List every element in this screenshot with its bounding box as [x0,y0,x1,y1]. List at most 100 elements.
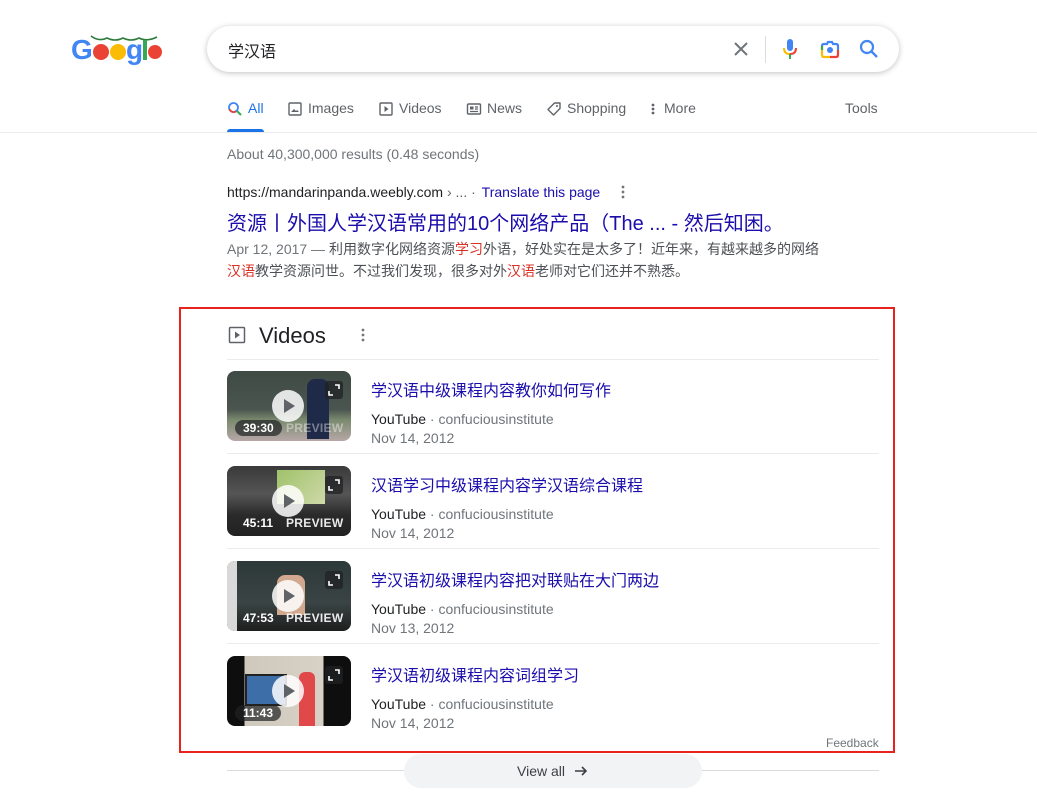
expand-icon[interactable] [325,666,343,684]
expand-icon[interactable] [325,476,343,494]
more-vert-icon[interactable] [619,184,627,205]
view-all-button[interactable]: View all [404,754,702,788]
preview-label: PREVIEW [286,421,344,435]
video-meta: YouTube · confuciousinstitute [371,411,554,427]
snippet-highlight: 汉语 [507,263,535,279]
result-breadcrumb: https://mandarinpanda.weebly.com › ... ·… [227,184,600,200]
video-thumbnail[interactable]: 39:30 PREVIEW [227,371,351,441]
divider [227,643,879,644]
video-item[interactable]: 47:53 PREVIEW 学汉语初级课程内容把对联贴在大门两边 YouTube… [227,561,879,641]
dot-separator: · [467,184,480,200]
play-button-icon[interactable] [272,390,304,422]
snippet-text: 老师对它们还并不熟悉。 [535,263,689,279]
more-vert-icon[interactable] [359,327,367,348]
play-button-icon[interactable] [272,580,304,612]
search-input[interactable]: 学汉语 [228,38,276,62]
search-icon [228,102,242,116]
tab-label: All [248,100,264,116]
video-meta: YouTube · confuciousinstitute [371,506,554,522]
result-snippet: Apr 12, 2017 — 利用数字化网络资源学习外语，好处实在是太多了！近年… [227,238,827,282]
preview-label: PREVIEW [286,516,344,530]
tab-label: News [487,100,523,116]
video-source: YouTube [371,506,427,522]
video-date: Nov 14, 2012 [371,430,455,446]
snippet-text: 外语，好处实在是太多了！近年来，有越来越多的网络 [482,241,819,257]
snippet-text: 利用数字化网络资源 [328,241,455,257]
play-icon [379,102,393,116]
video-date: Nov 14, 2012 [371,715,455,731]
translate-link[interactable]: Translate this page [482,184,601,200]
video-channel: confuciousinstitute [438,506,554,522]
video-source: YouTube [371,601,427,617]
video-duration: 11:43 [235,705,282,721]
tab-images[interactable]: Images [287,100,354,132]
expand-icon[interactable] [325,571,343,589]
tab-shopping[interactable]: Shopping [546,100,626,132]
video-date: Nov 13, 2012 [371,620,455,636]
video-title-link[interactable]: 学汉语中级课程内容教你如何写作 [371,377,611,401]
snippet-date: Apr 12, 2017 — [227,241,329,257]
header-divider [0,132,1037,133]
arrow-right-icon [575,766,588,776]
divider [227,359,879,360]
tab-videos[interactable]: Videos [378,100,442,132]
video-item[interactable]: 45:11 PREVIEW 汉语学习中级课程内容学汉语综合课程 YouTube … [227,466,879,546]
snippet-highlight: 汉语 [227,263,255,279]
video-title-link[interactable]: 学汉语初级课程内容把对联贴在大门两边 [371,567,659,591]
video-thumbnail[interactable]: 45:11 PREVIEW [227,466,351,536]
search-divider [765,36,766,63]
video-duration: 47:53 [243,611,274,625]
tab-label: Shopping [567,100,627,116]
video-source: YouTube [371,696,427,712]
result-url[interactable]: https://mandarinpanda.weebly.com [227,184,443,200]
search-box[interactable]: 学汉语 [207,26,899,72]
video-duration: 39:30 [235,420,282,436]
google-lens-icon[interactable] [818,37,842,61]
tab-label: Videos [399,100,442,116]
news-icon [466,103,482,115]
tools-button[interactable]: Tools [845,100,878,116]
meta-separator: · [426,601,439,617]
video-source: YouTube [371,411,427,427]
result-stats: About 40,300,000 results (0.48 seconds) [227,146,480,162]
clear-icon[interactable] [729,37,753,61]
meta-separator: · [426,696,439,712]
search-icon[interactable] [857,37,881,61]
video-item[interactable]: 11:43 学汉语初级课程内容词组学习 YouTube · confucious… [227,656,879,736]
preview-label: PREVIEW [286,611,344,625]
video-channel: confuciousinstitute [438,696,554,712]
tab-label: Images [308,100,354,116]
video-date: Nov 14, 2012 [371,525,455,541]
microphone-icon[interactable] [778,37,802,61]
divider [227,453,879,454]
url-suffix: › ... [443,184,468,200]
tab-label: More [664,100,696,116]
video-item[interactable]: 39:30 PREVIEW 学汉语中级课程内容教你如何写作 YouTube · … [227,371,879,451]
snippet-text: 教学资源问世。不过我们发现，很多对外 [255,263,507,279]
video-title-link[interactable]: 汉语学习中级课程内容学汉语综合课程 [371,472,643,496]
video-duration: 45:11 [243,516,274,530]
play-button-icon[interactable] [272,675,304,707]
result-title-link[interactable]: 资源丨外国人学汉语常用的10个网络产品（The ... - 然后知困。 [227,207,784,236]
video-channel: confuciousinstitute [438,411,554,427]
meta-separator: · [426,506,439,522]
videos-heading: Videos [259,323,326,348]
divider [227,548,879,549]
play-button-icon[interactable] [272,485,304,517]
svg-text:g: g [126,34,143,65]
video-thumbnail[interactable]: 11:43 [227,656,351,726]
video-thumbnail[interactable]: 47:53 PREVIEW [227,561,351,631]
view-all-label: View all [517,763,565,779]
tab-more[interactable]: More [649,100,696,132]
image-icon [288,102,302,116]
google-logo[interactable]: G g [71,32,163,68]
snippet-highlight: 学习 [454,241,483,257]
video-title-link[interactable]: 学汉语初级课程内容词组学习 [371,662,579,686]
video-meta: YouTube · confuciousinstitute [371,601,554,617]
expand-icon[interactable] [325,381,343,399]
svg-text:G: G [71,34,93,65]
tab-news[interactable]: News [466,100,522,132]
tab-all[interactable]: All [227,100,264,132]
video-meta: YouTube · confuciousinstitute [371,696,554,712]
feedback-link[interactable]: Feedback [826,736,879,750]
